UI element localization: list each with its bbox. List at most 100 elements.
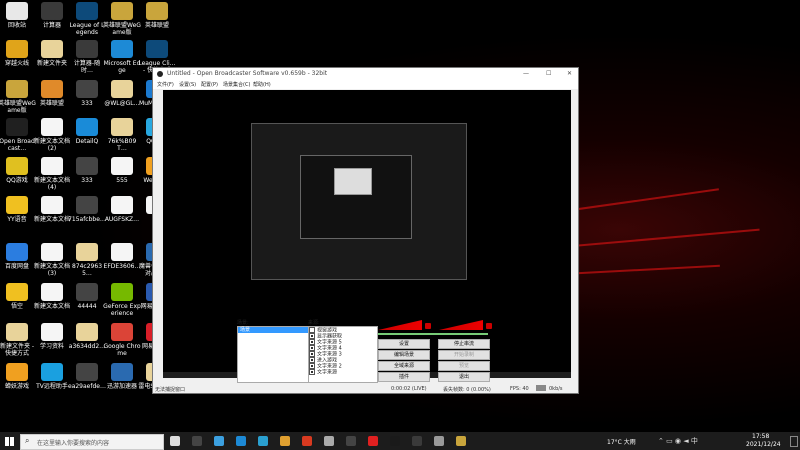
taskbar-app-icon[interactable]: [192, 436, 202, 446]
desktop-icon[interactable]: EFDE3606…: [103, 243, 141, 270]
desktop-icon[interactable]: 新建文件夹 - 快捷方式: [0, 323, 36, 357]
weather-widget[interactable]: 17°C 大雨: [607, 437, 636, 446]
menu-help[interactable]: 帮助(H): [253, 81, 271, 88]
taskbar-app-icon[interactable]: [324, 436, 334, 446]
taskbar-app-icon[interactable]: [456, 436, 466, 446]
desktop-icon[interactable]: 333: [68, 157, 106, 184]
desktop-icon-label: 333: [81, 177, 93, 184]
stop-stream-button[interactable]: 停止串流: [438, 339, 490, 349]
desktop-icon-label: 新建文本文档(4): [33, 177, 70, 191]
source-checkbox[interactable]: [309, 369, 315, 375]
maximize-icon[interactable]: ☐: [546, 70, 551, 77]
plugins-button[interactable]: 插件: [378, 372, 430, 382]
desktop-icon[interactable]: 555: [103, 157, 141, 184]
mic-icon[interactable]: [486, 323, 492, 329]
taskbar-search-box[interactable]: ⌕ 在这里输入你要搜索的内容: [20, 434, 164, 450]
minimize-icon[interactable]: —: [523, 70, 529, 77]
desktop-icon[interactable]: DetailQ: [68, 118, 106, 145]
desktop-icon[interactable]: 穿越火线: [0, 40, 36, 67]
desktop-icon-label: 555: [116, 177, 128, 184]
desktop-icon[interactable]: AUGFSKZ…: [103, 196, 141, 223]
windows-start-icon[interactable]: [5, 437, 14, 446]
desktop-icon[interactable]: 百度网盘: [0, 243, 36, 270]
desktop-icon[interactable]: GeForce Experience: [103, 283, 141, 317]
desktop-icon[interactable]: a3634dd2…: [68, 323, 106, 350]
sources-list[interactable]: 视窗游戏 显示器获取 文字来源 5 文字来源 4 文字来源 3 进入游戏 文字来源 2 文字来…: [308, 326, 378, 383]
volume-slider[interactable]: [378, 333, 488, 335]
desktop-icon[interactable]: 新建文本文档(3): [33, 243, 71, 277]
menu-file[interactable]: 文件(F): [157, 81, 174, 88]
app-icon: [146, 40, 168, 58]
taskbar-app-icon[interactable]: [236, 436, 246, 446]
desktop-icon-label: ea29aefde…: [68, 383, 106, 390]
menu-settings[interactable]: 设置(S): [179, 81, 196, 88]
desktop-icon[interactable]: 76k%B09T…: [103, 118, 141, 152]
desktop-icon[interactable]: ea29aefde…: [68, 363, 106, 390]
desktop-icon[interactable]: YY语音: [0, 196, 36, 223]
taskbar-app-icon[interactable]: [368, 436, 378, 446]
desktop-icon[interactable]: 英雄联盟WeGame版: [0, 80, 36, 114]
edit-scene-button[interactable]: 编辑场景: [378, 350, 430, 360]
obs-window[interactable]: Untitled - Open Broadcaster Software v0.…: [152, 67, 579, 394]
desktop-icon[interactable]: TV远程助手: [33, 363, 71, 390]
desktop-icon[interactable]: 蝉妖游戏: [0, 363, 36, 390]
desktop-icon[interactable]: 44444: [68, 283, 106, 310]
desktop-icon[interactable]: League of Legends: [68, 2, 106, 36]
desktop-icon[interactable]: 计算器: [33, 2, 71, 29]
close-icon[interactable]: ✕: [567, 70, 572, 77]
app-icon: [76, 196, 98, 214]
desktop-icon[interactable]: 英雄联盟: [138, 2, 176, 29]
desktop-icon[interactable]: Open Broadcast…: [0, 118, 36, 152]
scene-item[interactable]: 场景: [238, 327, 308, 333]
taskbar-app-icon[interactable]: [346, 436, 356, 446]
scenes-list[interactable]: 场景: [237, 326, 309, 383]
desktop-icon[interactable]: Microsoft Edge: [103, 40, 141, 74]
desktop-icon[interactable]: 新建文件夹: [33, 40, 71, 67]
global-sources-button[interactable]: 全域来源: [378, 361, 430, 371]
desktop-icon-label: 百度网盘: [4, 263, 29, 270]
menu-scene-collection[interactable]: 场景集合(C): [223, 81, 250, 88]
taskbar-clock-date[interactable]: 2021/12/24: [746, 441, 781, 448]
desktop-icon[interactable]: Google Chrome: [103, 323, 141, 357]
preview-button[interactable]: 预览: [438, 361, 490, 371]
taskbar-clock-time[interactable]: 17:58: [752, 433, 769, 440]
settings-button[interactable]: 设置: [378, 339, 430, 349]
obs-title-bar[interactable]: Untitled - Open Broadcaster Software v0.…: [153, 68, 578, 80]
desktop-icon-label: 新建文本文档(3): [33, 263, 70, 277]
taskbar-app-icon[interactable]: [214, 436, 224, 446]
taskbar-app-icon[interactable]: [434, 436, 444, 446]
desktop-icon[interactable]: 新建文本文档(4): [33, 157, 71, 191]
app-icon: [76, 40, 98, 58]
tray-icons[interactable]: ⌃ ▭ ◉ ◄ 中: [658, 436, 698, 446]
taskbar-app-icon[interactable]: [170, 436, 180, 446]
desktop-icon[interactable]: 英雄联盟WeGame版: [103, 2, 141, 36]
desktop-icon[interactable]: @WL@GL…: [103, 80, 141, 107]
obs-menu-bar: 文件(F) 设置(S) 配置(P) 场景集合(C) 帮助(H): [153, 80, 578, 89]
desktop-icon[interactable]: 回收站: [0, 2, 36, 29]
desktop-icon[interactable]: 悟空: [0, 283, 36, 310]
desktop-icon[interactable]: 新建文本文档(2): [33, 118, 71, 152]
start-record-button[interactable]: 开始录制: [438, 350, 490, 360]
desktop-icon[interactable]: 715afcbbe…: [68, 196, 106, 223]
desktop-icon[interactable]: QQ游戏: [0, 157, 36, 184]
desktop-icon[interactable]: 计算器-随时…: [68, 40, 106, 74]
source-item[interactable]: 文字来源: [309, 369, 377, 376]
taskbar-app-icon[interactable]: [280, 436, 290, 446]
notification-icon[interactable]: [790, 436, 798, 447]
exit-button[interactable]: 退出: [438, 372, 490, 382]
desktop-icon[interactable]: 英雄联盟: [33, 80, 71, 107]
taskbar-app-icon[interactable]: [390, 436, 400, 446]
desktop-icon[interactable]: 874c29635…: [68, 243, 106, 277]
desktop-icon[interactable]: 新建文本文档: [33, 283, 71, 310]
taskbar-app-icon[interactable]: [302, 436, 312, 446]
desktop-icon[interactable]: 333: [68, 80, 106, 107]
menu-profile[interactable]: 配置(P): [201, 81, 218, 88]
desktop-icon[interactable]: 迅游加速器: [103, 363, 141, 390]
app-icon: [111, 243, 133, 261]
status-dropped-frames: 丢失帧数: 0 (0.00%): [443, 387, 491, 393]
desktop-icon[interactable]: 学习资料: [33, 323, 71, 350]
taskbar-app-icon[interactable]: [412, 436, 422, 446]
taskbar-app-icon[interactable]: [258, 436, 268, 446]
speaker-icon[interactable]: [425, 323, 431, 329]
desktop-icon[interactable]: 新建文本文档: [33, 196, 71, 223]
